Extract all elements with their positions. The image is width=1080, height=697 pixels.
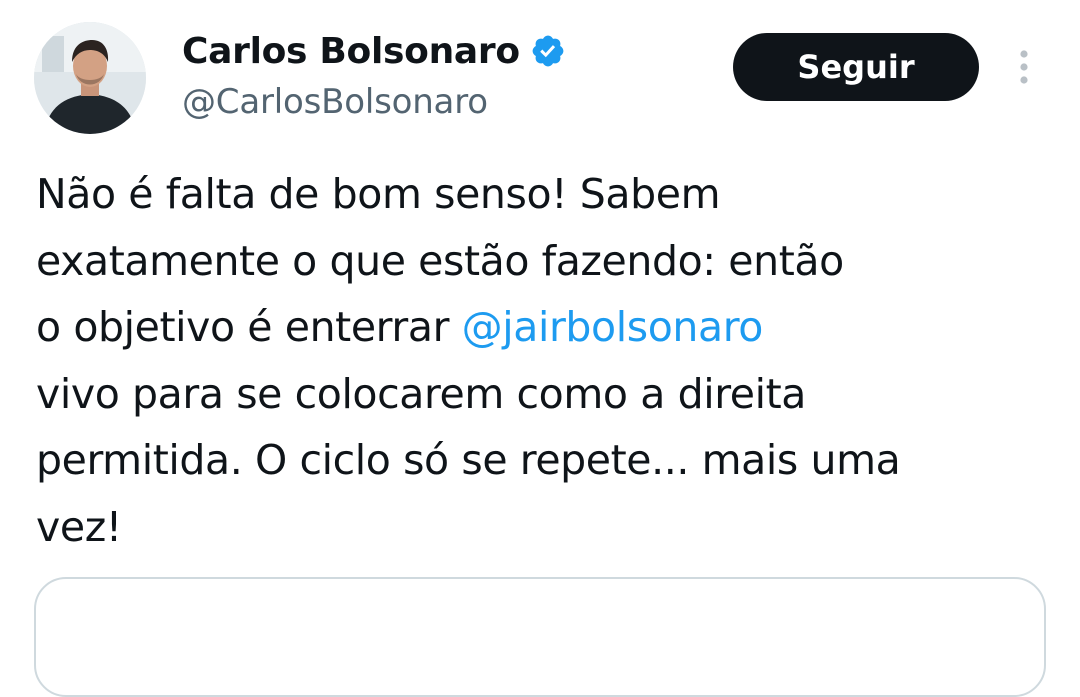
- tweet-line: permitida. O ciclo só se repete... mais …: [36, 436, 901, 485]
- verified-badge-icon[interactable]: [530, 33, 566, 69]
- display-name[interactable]: Carlos Bolsonaro: [182, 31, 520, 72]
- tweet: Carlos Bolsonaro @CarlosBolsonaro Seguir…: [0, 0, 1080, 697]
- tweet-line: exatamente o que estão fazendo: então: [36, 236, 844, 285]
- tweet-text: Não é falta de bom senso! Sabem exatamen…: [36, 161, 1046, 561]
- follow-button[interactable]: Seguir: [733, 33, 979, 101]
- tweet-line: vivo para se colocarem como a direita: [36, 369, 806, 418]
- tweet-line-prefix: o objetivo é enterrar: [36, 303, 462, 352]
- embedded-card[interactable]: [34, 577, 1046, 697]
- name-row: Carlos Bolsonaro: [182, 28, 566, 74]
- avatar[interactable]: [34, 22, 146, 134]
- more-vertical-icon[interactable]: [1011, 48, 1037, 88]
- user-handle[interactable]: @CarlosBolsonaro: [182, 82, 566, 122]
- tweet-line: o objetivo é enterrar @jairbolsonaro: [36, 294, 1046, 361]
- mention-link[interactable]: @jairbolsonaro: [462, 303, 764, 351]
- author-block: Carlos Bolsonaro @CarlosBolsonaro: [182, 28, 566, 122]
- tweet-line: Não é falta de bom senso! Sabem: [36, 170, 721, 218]
- tweet-line: vez!: [36, 502, 122, 551]
- profile-photo: [34, 22, 146, 134]
